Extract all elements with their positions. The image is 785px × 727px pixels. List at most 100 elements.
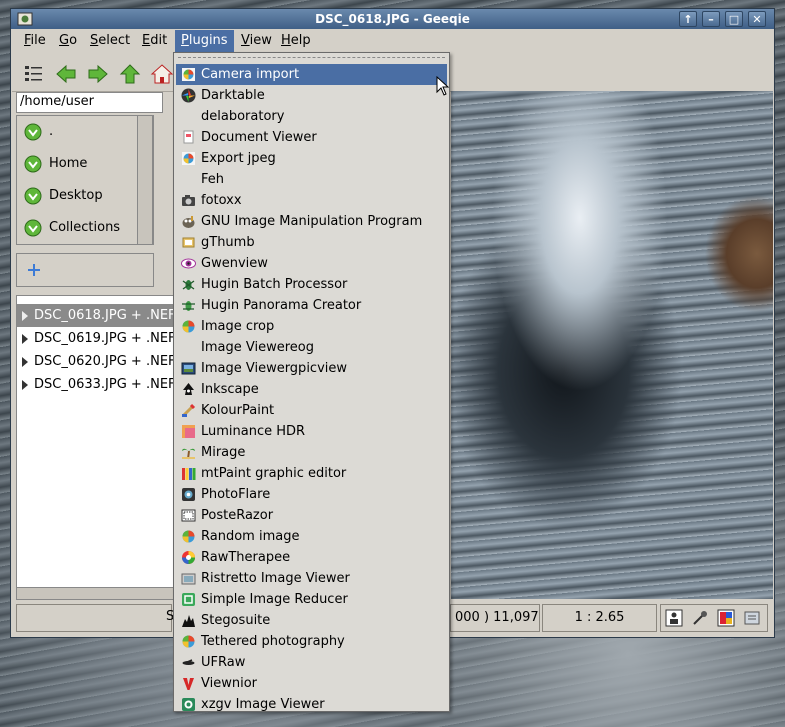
title-bar[interactable]: DSC_0618.JPG - Geeqie ↑ – □ ✕ bbox=[11, 9, 774, 29]
menu-item-inkscape[interactable]: Inkscape bbox=[176, 379, 447, 400]
path-entry[interactable]: /home/user bbox=[16, 92, 163, 113]
menu-item-image-crop[interactable]: Image crop bbox=[176, 316, 447, 337]
menu-item-camera-import[interactable]: Camera import bbox=[176, 64, 447, 85]
menu-item-label: Hugin Panorama Creator bbox=[201, 298, 362, 313]
menu-select[interactable]: Select bbox=[84, 30, 136, 52]
color-picker-icon[interactable] bbox=[691, 609, 709, 627]
menu-item-posterazor[interactable]: PosteRazor bbox=[176, 505, 447, 526]
close-button[interactable]: ✕ bbox=[748, 11, 766, 27]
expander-icon[interactable] bbox=[22, 333, 28, 344]
bookmarks-scrollbar[interactable] bbox=[137, 115, 153, 245]
hugin-batch-icon bbox=[182, 280, 195, 290]
menu-item-simple-image-reducer[interactable]: Simple Image Reducer bbox=[176, 589, 447, 610]
forward-arrow-icon[interactable] bbox=[86, 63, 110, 85]
gwenview-icon bbox=[181, 258, 196, 269]
shade-button[interactable]: ↑ bbox=[679, 11, 697, 27]
stegosuite-icon bbox=[182, 615, 195, 627]
menu-tearoff[interactable] bbox=[178, 57, 445, 58]
info-sidebar-icon[interactable] bbox=[665, 609, 683, 627]
menu-view[interactable]: View bbox=[235, 30, 278, 52]
fotoxx-icon bbox=[182, 195, 195, 206]
menu-item-luminance-hdr[interactable]: Luminance HDR bbox=[176, 421, 447, 442]
menu-item-viewnior[interactable]: Viewnior bbox=[176, 673, 447, 694]
color-management-icon[interactable] bbox=[717, 609, 735, 627]
status-zoom: 1 : 2.65 bbox=[542, 604, 657, 632]
bookmark-desktop[interactable]: Desktop bbox=[23, 184, 103, 208]
menu-edit-mnemonic: E bbox=[142, 33, 151, 48]
maximize-button[interactable]: □ bbox=[725, 11, 743, 27]
expander-icon[interactable] bbox=[22, 356, 28, 367]
menu-item-photoflare[interactable]: PhotoFlare bbox=[176, 484, 447, 505]
file-row[interactable]: DSC_0633.JPG + .NEF bbox=[17, 373, 173, 396]
bookmark-current[interactable]: . bbox=[23, 120, 53, 144]
menu-item-stegosuite[interactable]: Stegosuite bbox=[176, 610, 447, 631]
expander-icon[interactable] bbox=[22, 379, 28, 390]
rawtherapee-icon bbox=[182, 551, 195, 564]
write-metadata-icon[interactable] bbox=[743, 609, 761, 627]
minimize-button[interactable]: – bbox=[702, 11, 720, 27]
bookmark-collections[interactable]: Collections bbox=[23, 216, 120, 240]
menu-item-export-jpeg[interactable]: Export jpeg bbox=[176, 148, 447, 169]
menu-item-kolourpaint[interactable]: KolourPaint bbox=[176, 400, 447, 421]
menu-edit[interactable]: Edit bbox=[136, 30, 173, 52]
menu-item-mtpaint[interactable]: mtPaint graphic editor bbox=[176, 463, 447, 484]
back-arrow-icon[interactable] bbox=[54, 63, 78, 85]
menu-file-rest: ile bbox=[30, 33, 46, 48]
file-row[interactable]: DSC_0618.JPG + .NEF bbox=[17, 304, 173, 327]
menu-item-image-viewer-eog[interactable]: Image Viewereog bbox=[176, 337, 447, 358]
menu-item-label: GNU Image Manipulation Program bbox=[201, 214, 423, 229]
image-view[interactable] bbox=[451, 91, 773, 599]
menu-item-label: Image Viewergpicview bbox=[201, 361, 348, 376]
thumbnails-toggle-icon[interactable] bbox=[22, 63, 46, 85]
bookmark-home[interactable]: Home bbox=[23, 152, 87, 176]
menu-item-mirage[interactable]: Mirage bbox=[176, 442, 447, 463]
menu-item-image-viewer-gpicview[interactable]: Image Viewergpicview bbox=[176, 358, 447, 379]
menu-item-label: Feh bbox=[201, 172, 225, 187]
menu-edit-rest: dit bbox=[150, 33, 168, 48]
add-icon[interactable] bbox=[27, 263, 41, 277]
menu-item-hugin[interactable]: Hugin Panorama Creator bbox=[176, 295, 447, 316]
menu-item-darktable[interactable]: Darktable bbox=[176, 85, 447, 106]
inkscape-icon bbox=[183, 383, 194, 395]
menu-item-random-image[interactable]: Random image bbox=[176, 526, 447, 547]
home-icon[interactable] bbox=[150, 63, 174, 85]
menu-item-document-viewer[interactable]: Document Viewer bbox=[176, 127, 447, 148]
menu-item-tethered-photography[interactable]: Tethered photography bbox=[176, 631, 447, 652]
menu-item-delaboratory[interactable]: delaboratory bbox=[176, 106, 447, 127]
menu-item-gthumb[interactable]: gThumb bbox=[176, 232, 447, 253]
menu-item-label: Luminance HDR bbox=[201, 424, 306, 439]
menu-help-rest: elp bbox=[290, 33, 311, 48]
document-viewer-icon bbox=[183, 130, 194, 144]
file-list-hscrollbar[interactable] bbox=[16, 587, 174, 600]
bookmarks-panel: . Home Desktop Collections bbox=[16, 115, 154, 245]
menu-item-label: Gwenview bbox=[201, 256, 268, 271]
green-arrow-icon bbox=[24, 155, 42, 172]
mirage-icon bbox=[182, 448, 195, 460]
menu-item-fotoxx[interactable]: fotoxx bbox=[176, 190, 447, 211]
menu-item-label: delaboratory bbox=[201, 109, 285, 124]
menu-item-gimp[interactable]: GNU Image Manipulation Program bbox=[176, 211, 447, 232]
menu-item-rawtherapee[interactable]: RawTherapee bbox=[176, 547, 447, 568]
menu-item-gwenview[interactable]: Gwenview bbox=[176, 253, 447, 274]
file-row[interactable]: DSC_0620.JPG + .NEF bbox=[17, 350, 173, 373]
menu-go[interactable]: Go bbox=[53, 30, 83, 52]
file-row[interactable]: DSC_0619.JPG + .NEF bbox=[17, 327, 173, 350]
menu-item-ufraw[interactable]: UFRaw bbox=[176, 652, 447, 673]
menu-item-ristretto[interactable]: Ristretto Image Viewer bbox=[176, 568, 447, 589]
menu-item-label: Mirage bbox=[201, 445, 246, 460]
kolourpaint-icon bbox=[181, 403, 196, 418]
menu-view-mnemonic: V bbox=[241, 33, 250, 48]
menu-plugins[interactable]: Plugins bbox=[175, 30, 234, 52]
menu-file[interactable]: File bbox=[18, 30, 52, 52]
bookmark-label: Desktop bbox=[49, 188, 103, 203]
menu-item-feh[interactable]: Feh bbox=[176, 169, 447, 190]
menu-item-hugin-batch[interactable]: Hugin Batch Processor bbox=[176, 274, 447, 295]
bookmark-label: Home bbox=[49, 156, 88, 171]
menu-help[interactable]: Help bbox=[275, 30, 317, 52]
path-prefix: /home/ bbox=[20, 94, 66, 109]
green-arrow-icon bbox=[24, 123, 42, 140]
expander-icon[interactable] bbox=[22, 310, 28, 321]
up-arrow-icon[interactable] bbox=[118, 63, 142, 85]
menu-item-label: Ristretto Image Viewer bbox=[201, 571, 350, 586]
menu-item-xzgv[interactable]: xzgv Image Viewer bbox=[176, 694, 447, 715]
